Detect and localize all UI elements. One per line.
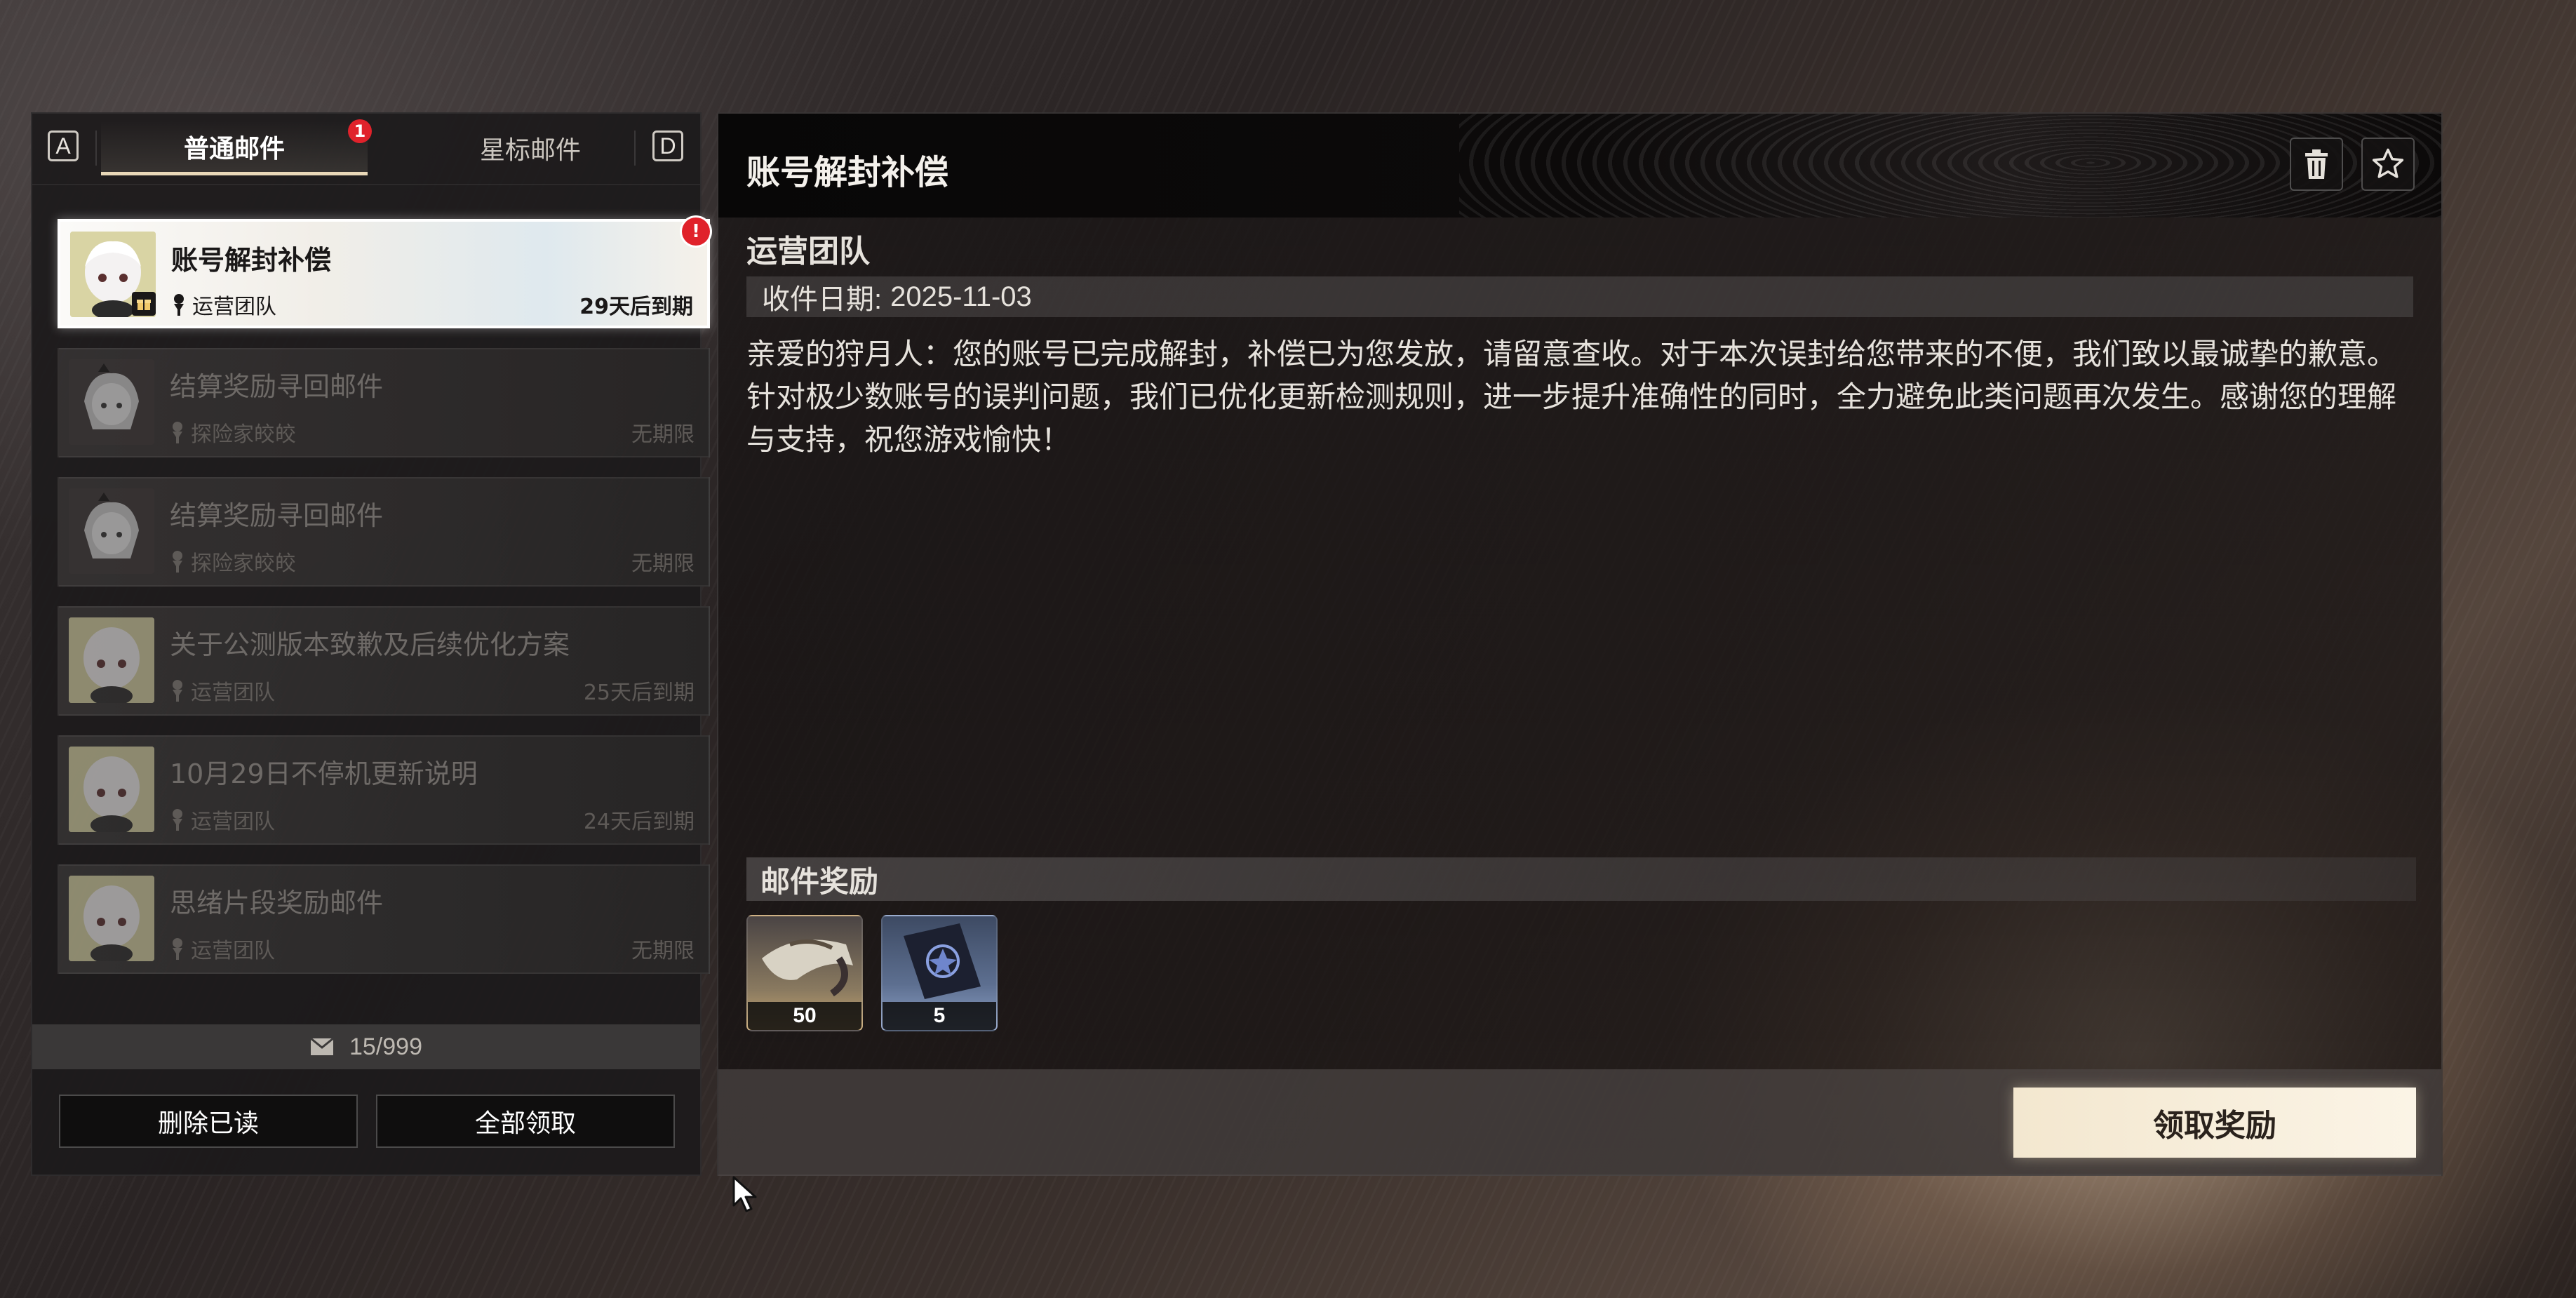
reward-item[interactable]: 50: [746, 915, 863, 1031]
mail-tab-bar: A 普通邮件 1 星标邮件 D: [32, 114, 700, 185]
mail-sender: 运营团队: [170, 933, 275, 964]
mail-title: 结算奖励寻回邮件: [170, 371, 384, 402]
mail-sender-name: 探险家皎皎: [191, 422, 296, 447]
mail-list-item-selected[interactable]: 账号解封补偿 运营团队 29天后到期 !: [58, 218, 710, 328]
sender-pin-icon: [173, 422, 182, 443]
tab-normal-mail-label: 普通邮件: [183, 134, 285, 163]
sender-pin-icon: [174, 294, 184, 316]
hunter-avatar: [69, 359, 154, 445]
key-hint-d[interactable]: D: [652, 131, 683, 161]
detail-title: 账号解封补偿: [746, 153, 949, 192]
mail-body: 亲爱的狩月人：您的账号已完成解封，补偿已为您发放，请留意查收。对于本次误封给您带…: [746, 333, 2416, 461]
reward-section-header: 邮件奖励: [746, 857, 2416, 901]
mail-sender: 探险家皎皎: [170, 417, 296, 448]
key-hint-a[interactable]: A: [48, 131, 79, 161]
mail-expiry: 无期限: [631, 422, 695, 447]
mail-sender-name: 运营团队: [192, 295, 276, 319]
mail-sender-name: 探险家皎皎: [191, 551, 296, 576]
mail-list: 账号解封补偿 运营团队 29天后到期 ! 结算奖励寻回邮件 探险家皎皎 无期限 …: [58, 218, 710, 993]
unread-alert-icon: !: [682, 218, 710, 246]
sender-pin-icon: [173, 551, 182, 573]
received-date-value: 2025-11-03: [890, 281, 1032, 312]
reward-items: 50 5: [746, 915, 998, 1031]
bird-feather-item-icon: [762, 939, 853, 997]
delete-read-button[interactable]: 删除已读: [59, 1095, 358, 1148]
sender-pin-icon: [173, 938, 182, 960]
mail-sender: 运营团队: [171, 289, 276, 320]
hunter-avatar: [69, 488, 154, 574]
received-date-bar: 收件日期: 2025-11-03: [746, 276, 2413, 317]
mail-expiry: 24天后到期: [583, 810, 695, 834]
mail-list-panel: A 普通邮件 1 星标邮件 D 账号解封补偿 运营团队 29天后到期 ! 结算奖…: [31, 112, 710, 1176]
dark-card-pack-item-icon: [904, 923, 981, 999]
mail-title: 账号解封补偿: [171, 245, 332, 276]
mail-list-item[interactable]: 思绪片段奖励邮件 运营团队 无期限: [58, 864, 710, 974]
tab-starred-mail-label: 星标邮件: [479, 136, 581, 165]
mail-list-item[interactable]: 结算奖励寻回邮件 探险家皎皎 无期限: [58, 477, 710, 587]
mail-title: 关于公测版本致歉及后续优化方案: [170, 629, 570, 660]
mail-sender-name: 运营团队: [191, 681, 275, 705]
tab-divider: [634, 131, 636, 166]
tab-normal-mail[interactable]: 普通邮件 1: [101, 119, 372, 175]
reward-qty: 50: [748, 1002, 861, 1030]
envelope-icon: [310, 1038, 334, 1055]
sender-pin-icon: [173, 809, 182, 831]
mail-title: 10月29日不停机更新说明: [170, 758, 478, 789]
team-avatar: [69, 747, 154, 832]
mail-title: 思绪片段奖励邮件: [170, 888, 384, 918]
mail-sender: 运营团队: [170, 675, 275, 706]
gift-icon: [132, 292, 156, 316]
mail-expiry: 无期限: [631, 551, 695, 576]
detail-header: 账号解封补偿: [718, 114, 2441, 218]
mail-sender: 探险家皎皎: [170, 546, 296, 577]
sender-pin-icon: [173, 680, 182, 702]
received-date-label: 收件日期:: [762, 284, 883, 315]
mail-expiry: 29天后到期: [579, 295, 693, 319]
claim-reward-button[interactable]: 领取奖励: [2013, 1088, 2416, 1158]
mail-detail-panel: 账号解封补偿 运营团队 收件日期: 2025-11-03 亲爱的狩月人：您的账号…: [717, 112, 2443, 1176]
mail-list-item[interactable]: 关于公测版本致歉及后续优化方案 运营团队 25天后到期: [58, 606, 710, 716]
tab-unread-badge: 1: [348, 119, 372, 143]
team-avatar: [69, 876, 154, 961]
mail-count: 15/999: [349, 1033, 422, 1060]
star-mail-button[interactable]: [2361, 138, 2415, 191]
mail-list-item[interactable]: 结算奖励寻回邮件 探险家皎皎 无期限: [58, 348, 710, 457]
star-icon: [2372, 148, 2404, 178]
mail-body-paragraph: 亲爱的狩月人：您的账号已完成解封，补偿已为您发放，请留意查收。对于本次误封给您带…: [746, 337, 2397, 371]
detail-sender: 运营团队: [746, 234, 870, 269]
trash-icon: [2305, 149, 2328, 179]
mail-expiry: 25天后到期: [583, 681, 695, 705]
mail-sender-name: 运营团队: [191, 939, 275, 963]
reward-item[interactable]: 5: [881, 915, 998, 1031]
mail-sender: 运营团队: [170, 804, 275, 835]
team-avatar: [69, 617, 154, 703]
mail-list-item[interactable]: 10月29日不停机更新说明 运营团队 24天后到期: [58, 735, 710, 845]
claim-all-button[interactable]: 全部领取: [376, 1095, 675, 1148]
mail-title: 结算奖励寻回邮件: [170, 500, 384, 531]
tab-divider: [95, 131, 97, 166]
mouse-cursor-icon: [732, 1176, 757, 1212]
reward-qty: 5: [883, 1002, 996, 1030]
mail-body-paragraph: 针对极少数账号的误判问题，我们已优化更新检测规则，进一步提升准确性的同时，全力避…: [746, 380, 2397, 457]
mail-sender-name: 运营团队: [191, 810, 275, 834]
delete-mail-button[interactable]: [2290, 138, 2343, 191]
action-bar: 领取奖励: [718, 1069, 2441, 1176]
tab-starred-mail[interactable]: 星标邮件: [397, 121, 664, 175]
mail-expiry: 无期限: [631, 939, 695, 963]
mail-count-bar: 15/999: [32, 1024, 700, 1069]
